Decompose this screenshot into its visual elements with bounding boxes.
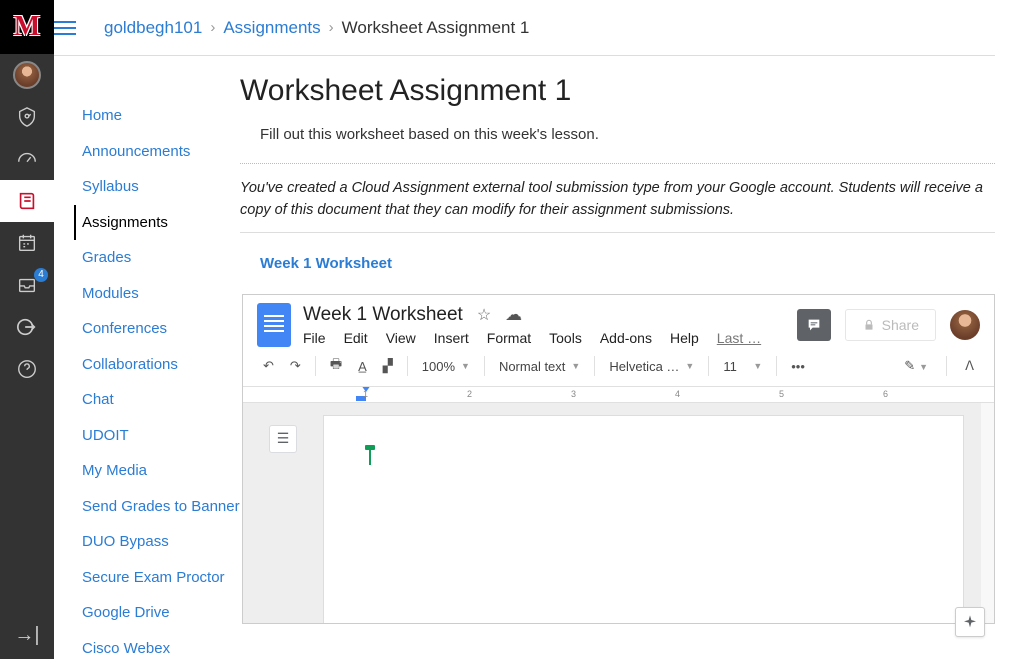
collapse-nav-icon[interactable]: →| bbox=[14, 624, 39, 647]
shield-icon bbox=[16, 106, 38, 128]
explore-button[interactable] bbox=[955, 607, 985, 637]
arrow-out-icon bbox=[16, 316, 38, 338]
nav-account[interactable] bbox=[0, 54, 54, 96]
doc-toolbar: ↶ ↷ 🖶 A̲ ▞ 100%▼ Normal text▼ Helvetica … bbox=[243, 347, 994, 387]
doc-menu-item[interactable]: Insert bbox=[434, 330, 469, 346]
divider bbox=[240, 163, 995, 164]
document-link[interactable]: Week 1 Worksheet bbox=[260, 255, 995, 272]
crumb-section[interactable]: Assignments bbox=[223, 18, 320, 38]
collapse-toolbar-button[interactable]: ᐱ bbox=[959, 354, 980, 378]
doc-canvas[interactable]: 1 2 3 4 5 6 ☰ bbox=[243, 387, 994, 623]
outline-toggle-button[interactable]: ☰ bbox=[269, 425, 297, 453]
global-nav: M 4 →| bbox=[0, 0, 54, 659]
course-nav-item[interactable]: Assignments bbox=[74, 205, 240, 241]
user-avatar[interactable] bbox=[950, 310, 980, 340]
undo-button[interactable]: ↶ bbox=[257, 354, 280, 378]
doc-menu-item[interactable]: File bbox=[303, 330, 326, 346]
docs-icon[interactable] bbox=[257, 303, 291, 347]
doc-menu-item[interactable]: Help bbox=[670, 330, 699, 346]
ruler[interactable]: 1 2 3 4 5 6 bbox=[243, 387, 994, 403]
course-nav-item[interactable]: Home bbox=[74, 98, 240, 134]
cursor-icon bbox=[369, 449, 371, 465]
course-nav-item[interactable]: DUO Bypass bbox=[74, 524, 240, 560]
doc-menu-item[interactable]: Format bbox=[487, 330, 531, 346]
course-nav-item[interactable]: Syllabus bbox=[74, 169, 240, 205]
comment-icon bbox=[806, 317, 822, 333]
ruler-mark: 5 bbox=[779, 389, 784, 399]
share-button[interactable]: Share bbox=[845, 309, 936, 341]
divider bbox=[240, 232, 995, 233]
star-icon[interactable]: ☆ bbox=[477, 305, 491, 325]
doc-menu-item[interactable]: Add-ons bbox=[600, 330, 652, 346]
course-nav-item[interactable]: Google Drive bbox=[74, 595, 240, 631]
nav-admin[interactable] bbox=[0, 96, 54, 138]
font-size-select[interactable]: 11▼ bbox=[717, 357, 768, 376]
course-nav-item[interactable]: Grades bbox=[74, 240, 240, 276]
ruler-mark: 4 bbox=[675, 389, 680, 399]
crumb-course[interactable]: goldbegh101 bbox=[104, 18, 202, 38]
google-doc-embed: Week 1 Worksheet ☆ ☁ File Edit View Insert F… bbox=[242, 294, 995, 624]
course-nav-item[interactable]: My Media bbox=[74, 453, 240, 489]
course-nav-item[interactable]: Announcements bbox=[74, 134, 240, 170]
lock-icon bbox=[862, 318, 876, 332]
course-nav-item[interactable]: UDOIT bbox=[74, 418, 240, 454]
nav-commons[interactable] bbox=[0, 306, 54, 348]
cloud-assignment-notice: You've created a Cloud Assignment extern… bbox=[240, 178, 995, 222]
doc-menu-item[interactable]: Edit bbox=[344, 330, 368, 346]
zoom-select[interactable]: 100%▼ bbox=[416, 357, 476, 376]
course-nav-item[interactable]: Send Grades to Banner bbox=[74, 489, 240, 525]
ruler-mark: 6 bbox=[883, 389, 888, 399]
course-nav-item[interactable]: Cisco Webex bbox=[74, 631, 240, 660]
doc-menu-item[interactable]: View bbox=[386, 330, 416, 346]
font-select[interactable]: Helvetica …▼ bbox=[603, 357, 700, 376]
spellcheck-button[interactable]: A̲ bbox=[352, 355, 373, 378]
page-title: Worksheet Assignment 1 bbox=[240, 74, 995, 108]
speedometer-icon bbox=[16, 148, 38, 170]
ruler-mark: 2 bbox=[467, 389, 472, 399]
vertical-scrollbar[interactable] bbox=[981, 403, 994, 623]
doc-page[interactable] bbox=[323, 415, 964, 623]
last-edit-link[interactable]: Last … bbox=[717, 330, 761, 346]
nav-dashboard[interactable] bbox=[0, 138, 54, 180]
more-button[interactable]: ••• bbox=[785, 355, 811, 378]
paint-format-button[interactable]: ▞ bbox=[377, 354, 399, 378]
nav-courses[interactable] bbox=[0, 180, 54, 222]
course-nav-item[interactable]: Conferences bbox=[74, 311, 240, 347]
ruler-mark: 1 bbox=[363, 389, 368, 399]
nav-help[interactable] bbox=[0, 348, 54, 390]
logo[interactable]: M bbox=[0, 0, 54, 54]
course-nav-item[interactable]: Chat bbox=[74, 382, 240, 418]
print-button[interactable]: 🖶 bbox=[324, 351, 348, 381]
crumb-sep: › bbox=[329, 19, 334, 36]
doc-title[interactable]: Week 1 Worksheet bbox=[303, 304, 463, 326]
logo-m-icon: M bbox=[14, 11, 40, 43]
course-nav-item[interactable]: Collaborations bbox=[74, 347, 240, 383]
course-nav-item[interactable]: Secure Exam Proctor bbox=[74, 560, 240, 596]
explore-icon bbox=[962, 614, 978, 630]
hamburger-icon[interactable] bbox=[54, 21, 76, 35]
paragraph-style-select[interactable]: Normal text▼ bbox=[493, 357, 586, 376]
course-nav: HomeAnnouncementsSyllabusAssignmentsGrad… bbox=[54, 74, 240, 659]
crumb-sep: › bbox=[210, 19, 215, 36]
doc-menu-item[interactable]: Tools bbox=[549, 330, 582, 346]
breadcrumb: goldbegh101 › Assignments › Worksheet As… bbox=[54, 0, 995, 56]
ruler-mark: 3 bbox=[571, 389, 576, 399]
nav-inbox[interactable]: 4 bbox=[0, 264, 54, 306]
redo-button[interactable]: ↷ bbox=[284, 354, 307, 378]
course-nav-item[interactable]: Modules bbox=[74, 276, 240, 312]
book-icon bbox=[16, 190, 38, 212]
crumb-current: Worksheet Assignment 1 bbox=[342, 18, 530, 38]
calendar-icon bbox=[16, 232, 38, 254]
assignment-instructions: Fill out this worksheet based on this we… bbox=[260, 126, 995, 143]
inbox-badge: 4 bbox=[34, 268, 48, 282]
comments-button[interactable] bbox=[797, 309, 831, 341]
editing-mode-button[interactable]: ✎▼ bbox=[898, 354, 934, 378]
share-label: Share bbox=[882, 317, 919, 333]
nav-calendar[interactable] bbox=[0, 222, 54, 264]
cloud-icon[interactable]: ☁ bbox=[505, 305, 522, 325]
help-icon bbox=[16, 358, 38, 380]
avatar-icon bbox=[13, 61, 41, 89]
